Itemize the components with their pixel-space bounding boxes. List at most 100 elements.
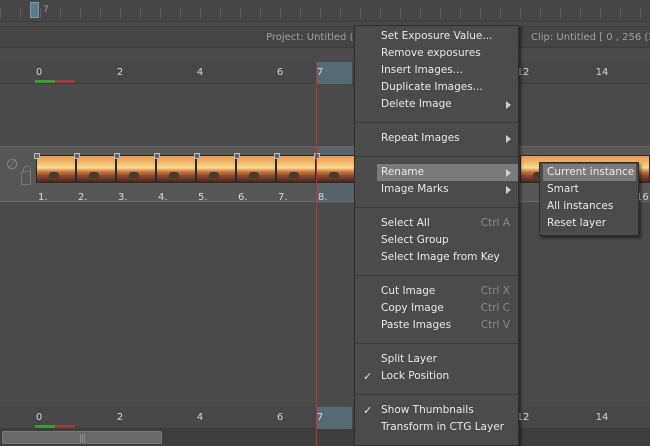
- thumbnail[interactable]: [34, 153, 76, 183]
- chevron-right-icon: [506, 186, 511, 194]
- menu-select-group[interactable]: Select Group: [355, 232, 518, 249]
- menu-label: Show Thumbnails: [381, 404, 474, 416]
- thumbnail[interactable]: [234, 153, 276, 183]
- thumbnail[interactable]: [154, 153, 196, 183]
- ruler-label: 0: [35, 67, 43, 78]
- menu-duplicate-images[interactable]: Duplicate Images...: [355, 79, 518, 96]
- top-ticks: [0, 8, 650, 18]
- thumbnail-label: 6.: [238, 192, 248, 203]
- menu-shortcut: Ctrl V: [480, 319, 510, 331]
- ruler-label: 4: [196, 67, 204, 78]
- menu-shortcut: Ctrl C: [480, 302, 510, 314]
- submenu-label: Smart: [547, 183, 579, 195]
- menu-select-all[interactable]: Select All Ctrl A: [355, 215, 518, 232]
- menu-label: Transform in CTG Layer: [381, 421, 504, 433]
- chevron-right-icon: [506, 135, 511, 143]
- submenu-label: All instances: [547, 200, 614, 212]
- eye-slash-icon[interactable]: ∅: [6, 157, 18, 173]
- menu-cut-image[interactable]: Cut Image Ctrl X: [355, 283, 518, 300]
- menu-split-layer[interactable]: Split Layer: [355, 351, 518, 368]
- ruler-mark-red: [55, 80, 75, 83]
- menu-separator: [355, 207, 518, 208]
- thumb-marker: [234, 153, 240, 159]
- menu-label: Rename: [381, 166, 425, 178]
- thumbnail-label: 1.: [38, 192, 48, 203]
- scroll-thumb[interactable]: |||: [2, 431, 162, 444]
- thumbnail[interactable]: [74, 153, 116, 183]
- ruler-label: 7: [316, 67, 324, 78]
- menu-set-exposure-value[interactable]: Set Exposure Value...: [355, 28, 518, 45]
- menu-show-thumbnails[interactable]: ✓ Show Thumbnails: [355, 402, 518, 419]
- thumbnail-label: 3.: [118, 192, 128, 203]
- ruler-label: 6: [276, 412, 284, 423]
- top-frame-strip[interactable]: 7: [0, 0, 650, 22]
- thumbnail[interactable]: [194, 153, 236, 183]
- ruler-mark-red: [55, 425, 75, 428]
- horizontal-scrollbar[interactable]: |||: [0, 429, 650, 446]
- menu-label: Delete Image: [381, 98, 452, 110]
- timeline-ruler-bottom[interactable]: 0 2 4 6 7 12 14: [0, 407, 650, 429]
- thumb-marker: [34, 153, 40, 159]
- menu-label: Select Group: [381, 234, 449, 246]
- menu-shortcut: Ctrl A: [480, 217, 510, 229]
- context-menu: Set Exposure Value... Remove exposures I…: [354, 25, 519, 446]
- menu-label: Lock Position: [381, 370, 450, 382]
- menu-copy-image[interactable]: Copy Image Ctrl C: [355, 300, 518, 317]
- menu-delete-image[interactable]: Delete Image: [355, 96, 518, 113]
- menu-label: Remove exposures: [381, 47, 481, 59]
- thumbnail-label: 4.: [158, 192, 168, 203]
- submenu-current-instance[interactable]: Current instance: [543, 164, 636, 181]
- lock-icon[interactable]: [21, 166, 31, 185]
- rename-submenu: Current instance Smart All instances Res…: [539, 162, 639, 236]
- thumbnail[interactable]: [274, 153, 316, 183]
- ruler-label: 2: [116, 67, 124, 78]
- menu-image-marks[interactable]: Image Marks: [355, 181, 518, 198]
- menu-repeat-images[interactable]: Repeat Images: [355, 130, 518, 147]
- submenu-reset-layer[interactable]: Reset layer: [540, 215, 638, 232]
- check-icon: ✓: [363, 404, 373, 417]
- layer-icons: ∅: [0, 147, 34, 203]
- menu-rename[interactable]: Rename: [377, 164, 518, 181]
- menu-lock-position[interactable]: ✓ Lock Position: [355, 368, 518, 385]
- thumbnail[interactable]: [114, 153, 156, 183]
- submenu-smart[interactable]: Smart: [540, 181, 638, 198]
- ruler-label: 4: [196, 412, 204, 423]
- menu-label: Copy Image: [381, 302, 444, 314]
- menu-paste-images[interactable]: Paste Images Ctrl V: [355, 317, 518, 334]
- thumb-marker: [154, 153, 160, 159]
- info-bar: Project: Untitled (2 Clip: Untitled [ 0 …: [0, 26, 650, 48]
- menu-label: Insert Images...: [381, 64, 463, 76]
- timeline-ruler-top[interactable]: 0 2 4 6 7 12 14: [0, 62, 650, 84]
- thumbnail-label: 7.: [278, 192, 288, 203]
- thumb-marker: [194, 153, 200, 159]
- ruler-label: 14: [595, 67, 609, 78]
- chevron-right-icon: [506, 101, 511, 109]
- submenu-all-instances[interactable]: All instances: [540, 198, 638, 215]
- menu-separator: [355, 275, 518, 276]
- thumbnail[interactable]: [314, 153, 356, 183]
- submenu-label: Reset layer: [547, 217, 607, 229]
- menu-label: Split Layer: [381, 353, 437, 365]
- ruler-mark-green: [35, 425, 55, 428]
- menu-label: Select Image from Key: [381, 251, 500, 263]
- thumbnail-label: 5.: [198, 192, 208, 203]
- menu-separator: [355, 343, 518, 344]
- menu-transform-in-ctg-layer[interactable]: Transform in CTG Layer: [355, 419, 518, 436]
- ruler-label: 6: [276, 67, 284, 78]
- thumbnail-label: 8.: [318, 192, 328, 203]
- menu-remove-exposures[interactable]: Remove exposures: [355, 45, 518, 62]
- menu-separator: [355, 122, 518, 123]
- top-frame-number: 7: [43, 5, 49, 15]
- menu-insert-images[interactable]: Insert Images...: [355, 62, 518, 79]
- ruler-label: 14: [595, 412, 609, 423]
- thumbnail-label: 2.: [78, 192, 88, 203]
- thumb-marker: [114, 153, 120, 159]
- menu-label: Image Marks: [381, 183, 449, 195]
- top-frame-handle[interactable]: [30, 2, 39, 18]
- playhead[interactable]: [316, 62, 317, 446]
- project-label: Project: Untitled (2: [266, 32, 360, 43]
- menu-select-image-from-key[interactable]: Select Image from Key: [355, 249, 518, 266]
- submenu-label: Current instance: [547, 166, 635, 178]
- menu-label: Duplicate Images...: [381, 81, 483, 93]
- ruler-label: 2: [116, 412, 124, 423]
